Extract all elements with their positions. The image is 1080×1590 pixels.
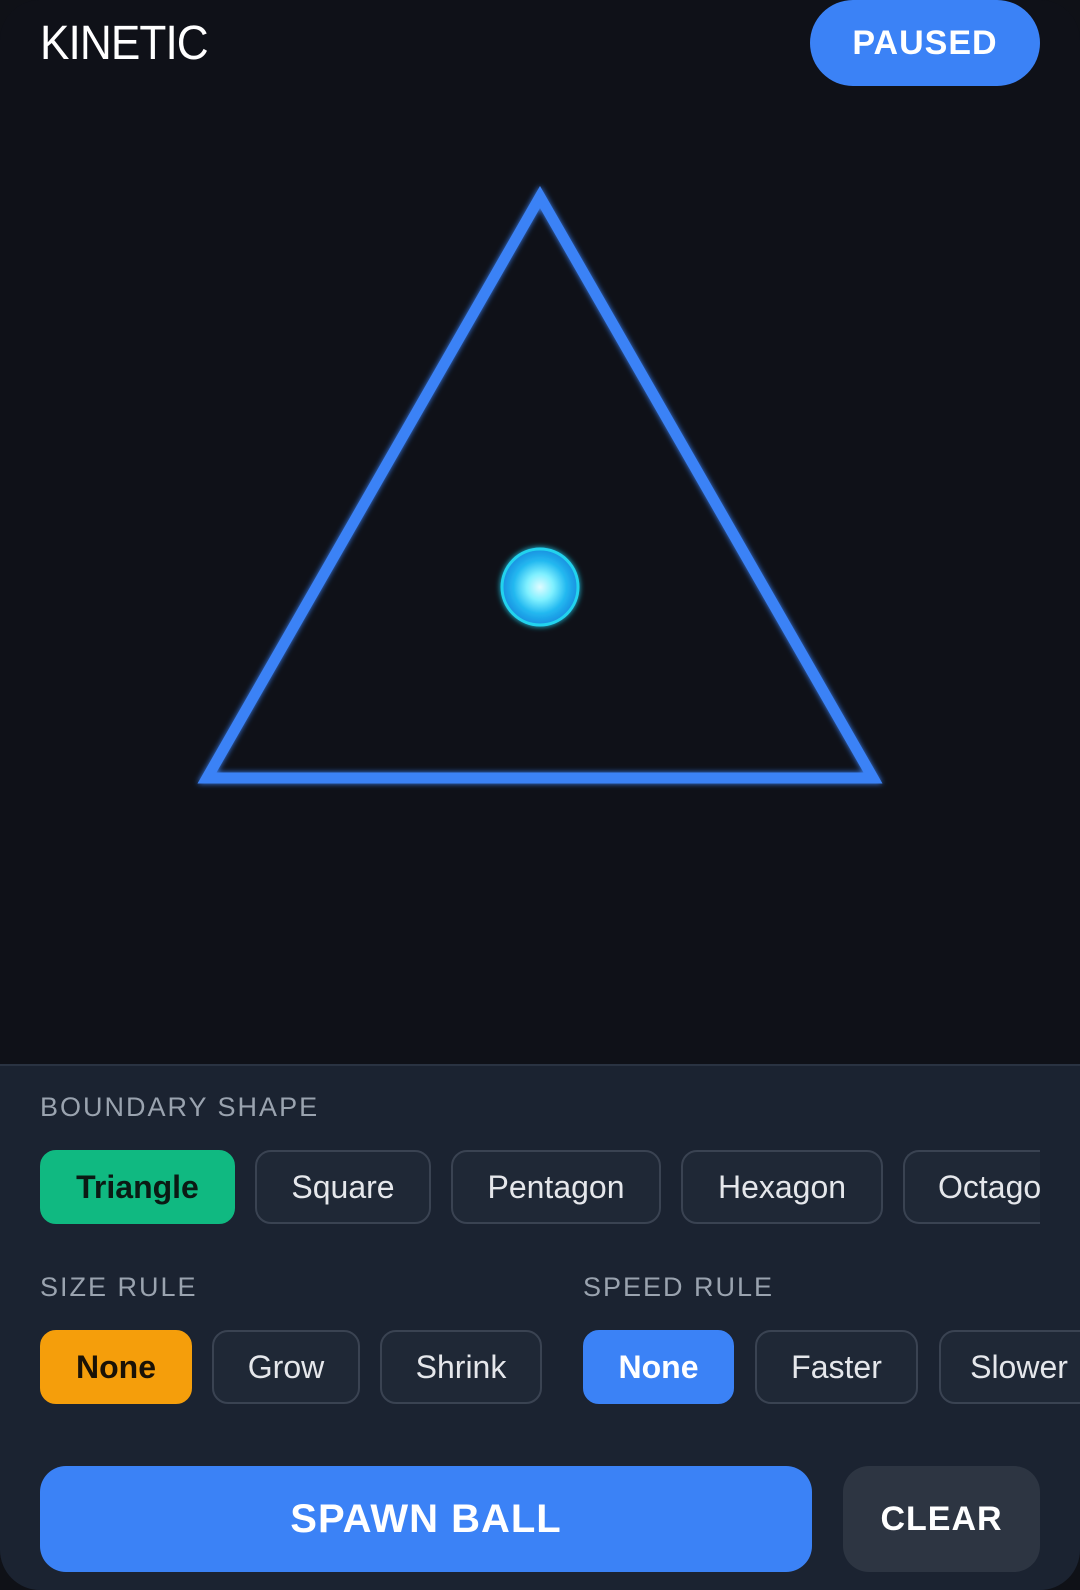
app-window: KINETIC PAUSED BOUNDARY SHAPE Triangle S…: [0, 0, 1080, 1590]
shape-option-square[interactable]: Square: [255, 1150, 431, 1224]
clear-button[interactable]: CLEAR: [843, 1466, 1040, 1572]
size-option-grow[interactable]: Grow: [212, 1330, 360, 1404]
boundary-shape-options: Triangle Square Pentagon Hexagon Octago: [40, 1150, 1040, 1228]
ball: [500, 547, 580, 627]
speed-rule-options: None Faster Slower: [583, 1330, 1080, 1408]
speed-option-none[interactable]: None: [583, 1330, 734, 1404]
size-rule-label: SIZE RULE: [40, 1272, 198, 1302]
size-rule-options: None Grow Shrink: [40, 1330, 560, 1408]
shape-option-hexagon[interactable]: Hexagon: [681, 1150, 883, 1224]
triangle-boundary: [197, 185, 883, 784]
speed-option-faster[interactable]: Faster: [755, 1330, 918, 1404]
control-panel: BOUNDARY SHAPE Triangle Square Pentagon …: [0, 1064, 1080, 1590]
pause-toggle-button[interactable]: PAUSED: [810, 0, 1040, 86]
size-option-shrink[interactable]: Shrink: [380, 1330, 542, 1404]
spawn-ball-button[interactable]: SPAWN BALL: [40, 1466, 812, 1572]
shape-option-pentagon[interactable]: Pentagon: [451, 1150, 661, 1224]
shape-option-octagon[interactable]: Octago: [903, 1150, 1040, 1224]
stage-canvas: [197, 185, 883, 784]
size-option-none[interactable]: None: [40, 1330, 192, 1404]
speed-option-slower[interactable]: Slower: [939, 1330, 1080, 1404]
shape-option-triangle[interactable]: Triangle: [40, 1150, 235, 1224]
boundary-shape-label: BOUNDARY SHAPE: [40, 1092, 320, 1122]
app-title: KINETIC: [40, 17, 209, 70]
simulation-stage[interactable]: [0, 0, 1080, 1064]
speed-rule-label: SPEED RULE: [583, 1272, 775, 1302]
